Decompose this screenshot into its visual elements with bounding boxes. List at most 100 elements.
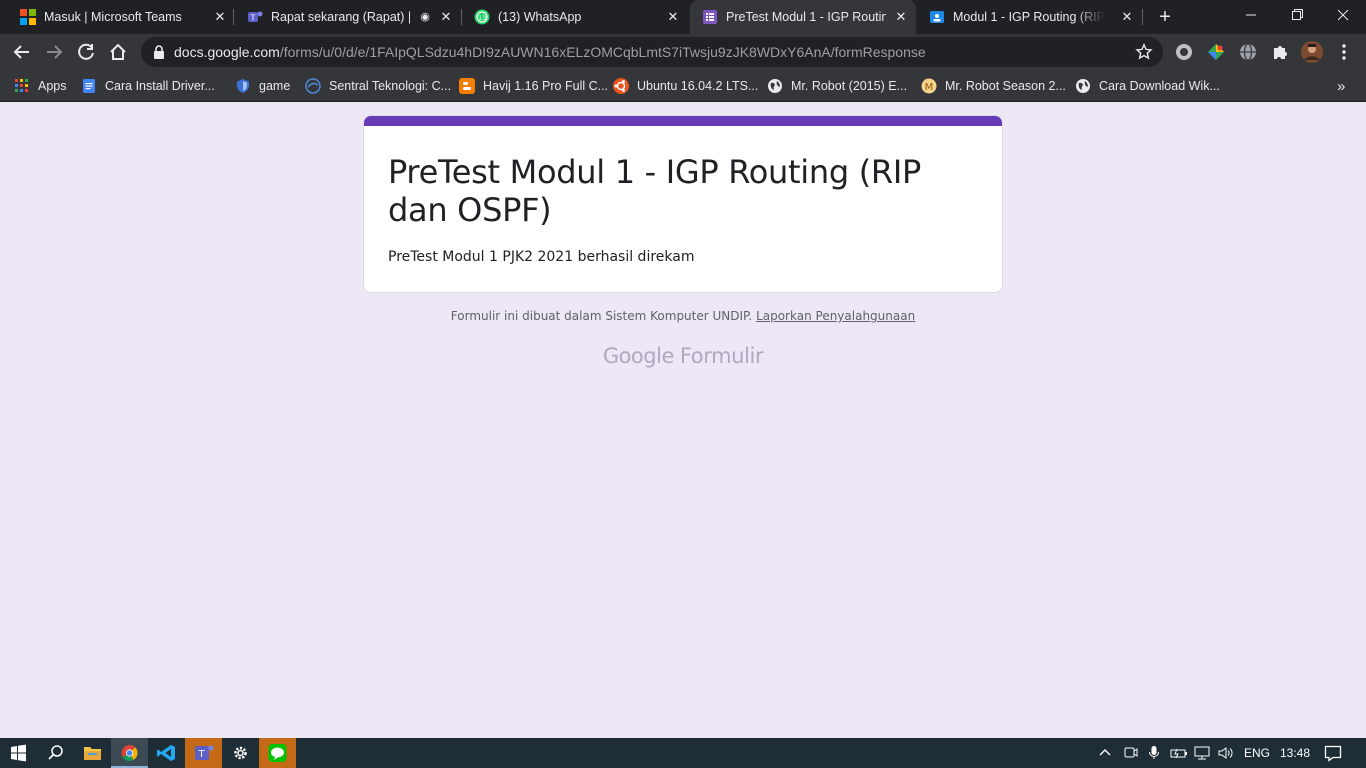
bookmark-label: Sentral Teknologi: C... [329,79,452,93]
microphone-icon[interactable] [1147,745,1161,764]
globe-icon [1075,78,1091,94]
bookmark-mr-robot-season-2[interactable]: M Mr. Robot Season 2... [921,76,1066,96]
restore-button[interactable] [1274,0,1320,30]
tab-title: Rapat sekarang (Rapat) | M [271,10,411,24]
ubuntu-icon [613,78,629,94]
teams-icon: T [247,9,263,25]
tab-modul-1[interactable]: Modul 1 - IGP Routing (RIP da ✕ [917,0,1143,34]
start-icon [11,744,26,762]
chrome-taskbar-button[interactable] [111,738,148,768]
form-footer: Formulir ini dibuat dalam Sistem Kompute… [0,309,1366,323]
forward-button[interactable] [40,38,68,66]
close-window-button[interactable] [1320,0,1366,30]
tab-microsoft-teams[interactable]: Masuk | Microsoft Teams ✕ [8,0,234,34]
language-indicator[interactable]: ENG [1244,746,1270,760]
m-circle-icon: M [921,78,937,94]
browser-tab-strip: Masuk | Microsoft Teams ✕ T Rapat sekara… [0,0,1366,34]
profile-avatar[interactable] [1301,41,1323,63]
form-confirmation-card: PreTest Modul 1 - IGP Routing (RIP dan O… [363,115,1003,293]
teams-icon: T [195,745,214,760]
address-bar[interactable]: docs.google.com/forms/u/0/d/e/1FAIpQLSdz… [141,37,1163,67]
close-tab-icon[interactable]: ✕ [664,8,682,26]
tab-rapat-sekarang[interactable]: T Rapat sekarang (Rapat) | M ◉ ✕ [235,0,462,34]
close-tab-icon[interactable]: ✕ [437,8,455,26]
new-tab-button[interactable]: + [1154,6,1176,28]
extension-color-icon[interactable] [1206,42,1226,62]
google-forms-logo[interactable]: Google Formulir [0,344,1366,368]
notification-center-icon[interactable] [1324,744,1342,765]
volume-icon[interactable] [1217,745,1235,764]
vscode-icon [157,745,175,761]
bookmark-label: Havij 1.16 Pro Full C... [483,79,609,93]
tab-whatsapp[interactable]: 13 (13) WhatsApp ✕ [462,0,689,34]
minimize-button[interactable] [1228,0,1274,30]
vscode-button[interactable] [148,738,185,768]
whatsapp-icon: 13 [474,9,490,25]
close-tab-icon[interactable]: ✕ [211,8,229,26]
arrow-right-icon [47,45,63,59]
extensions-puzzle-icon[interactable] [1270,42,1290,62]
tab-title: PreTest Modul 1 - IGP Routing [726,10,886,24]
network-icon[interactable] [1194,745,1212,764]
tab-pretest-modul-active[interactable]: PreTest Modul 1 - IGP Routing ✕ [690,0,916,34]
file-explorer-button[interactable] [74,738,111,768]
bookmark-cara-install-driver[interactable]: Cara Install Driver... [81,76,215,96]
bookmarks-bar: Apps Cara Install Driver... game Sentral… [0,70,1366,102]
bookmark-sentral-teknologi[interactable]: Sentral Teknologi: C... [305,76,451,96]
bookmark-label: Cara Install Driver... [105,79,215,93]
battery-icon[interactable] [1170,745,1188,764]
restore-icon [1292,9,1303,20]
bookmark-havij[interactable]: Havij 1.16 Pro Full C... [459,76,608,96]
extension-globe-icon[interactable] [1238,42,1258,62]
forms-wordmark: Formulir [679,344,764,368]
footer-text: Formulir ini dibuat dalam Sistem Kompute… [450,309,753,323]
bookmark-cara-download[interactable]: Cara Download Wik... [1075,76,1220,96]
bookmark-mr-robot-2015[interactable]: Mr. Robot (2015) E... [767,76,907,96]
google-forms-icon [702,9,718,25]
bookmarks-overflow-button[interactable]: » [1337,76,1345,96]
tab-title: Modul 1 - IGP Routing (RIP da [953,10,1105,24]
globe-swirl-icon [305,78,321,94]
search-icon [48,745,63,760]
recording-icon: ◉ [420,11,430,23]
close-tab-icon[interactable]: ✕ [892,8,910,26]
bookmark-label: Cara Download Wik... [1099,79,1220,93]
lock-icon[interactable] [153,45,165,64]
close-icon [1337,9,1349,21]
reload-button[interactable] [72,38,100,66]
meet-now-icon[interactable] [1123,745,1139,764]
search-button[interactable] [37,738,74,768]
bookmark-ubuntu[interactable]: Ubuntu 16.04.2 LTS... [613,76,758,96]
google-classroom-icon [929,9,945,25]
bookmark-label: Mr. Robot Season 2... [945,79,1066,93]
settings-icon [234,746,247,760]
clock[interactable]: 13:48 [1280,746,1310,760]
close-tab-icon[interactable]: ✕ [1118,8,1136,26]
back-button[interactable] [8,38,36,66]
microsoft-icon [20,9,36,25]
svg-text:M: M [925,82,934,93]
windows-taskbar: T ENG 13:48 [0,738,1366,768]
card-accent-bar [364,116,1002,126]
more-menu-icon[interactable] [1334,42,1354,62]
line-taskbar-button[interactable] [259,738,296,768]
start-button[interactable] [0,738,37,768]
report-abuse-link[interactable]: Laporkan Penyalahgunaan [756,309,915,323]
bookmark-game[interactable]: game [235,76,290,96]
show-hidden-icons-chevron-up-icon[interactable] [1098,745,1112,762]
bookmark-star-icon[interactable] [1135,43,1153,66]
extension-record-icon[interactable] [1174,42,1194,62]
teams-taskbar-button[interactable]: T [185,738,222,768]
bookmark-apps[interactable]: Apps [14,76,67,96]
bookmark-label: Apps [38,79,67,93]
shield-icon [235,78,251,94]
form-title: PreTest Modul 1 - IGP Routing (RIP dan O… [388,153,921,229]
home-icon [110,43,126,60]
url-text[interactable]: docs.google.com/forms/u/0/d/e/1FAIpQLSdz… [174,44,926,60]
home-button[interactable] [104,38,132,66]
bookmark-label: Mr. Robot (2015) E... [791,79,908,93]
svg-text:13: 13 [478,14,486,22]
docs-icon [81,78,97,94]
settings-button[interactable] [222,738,259,768]
bookmark-label: game [259,79,291,93]
